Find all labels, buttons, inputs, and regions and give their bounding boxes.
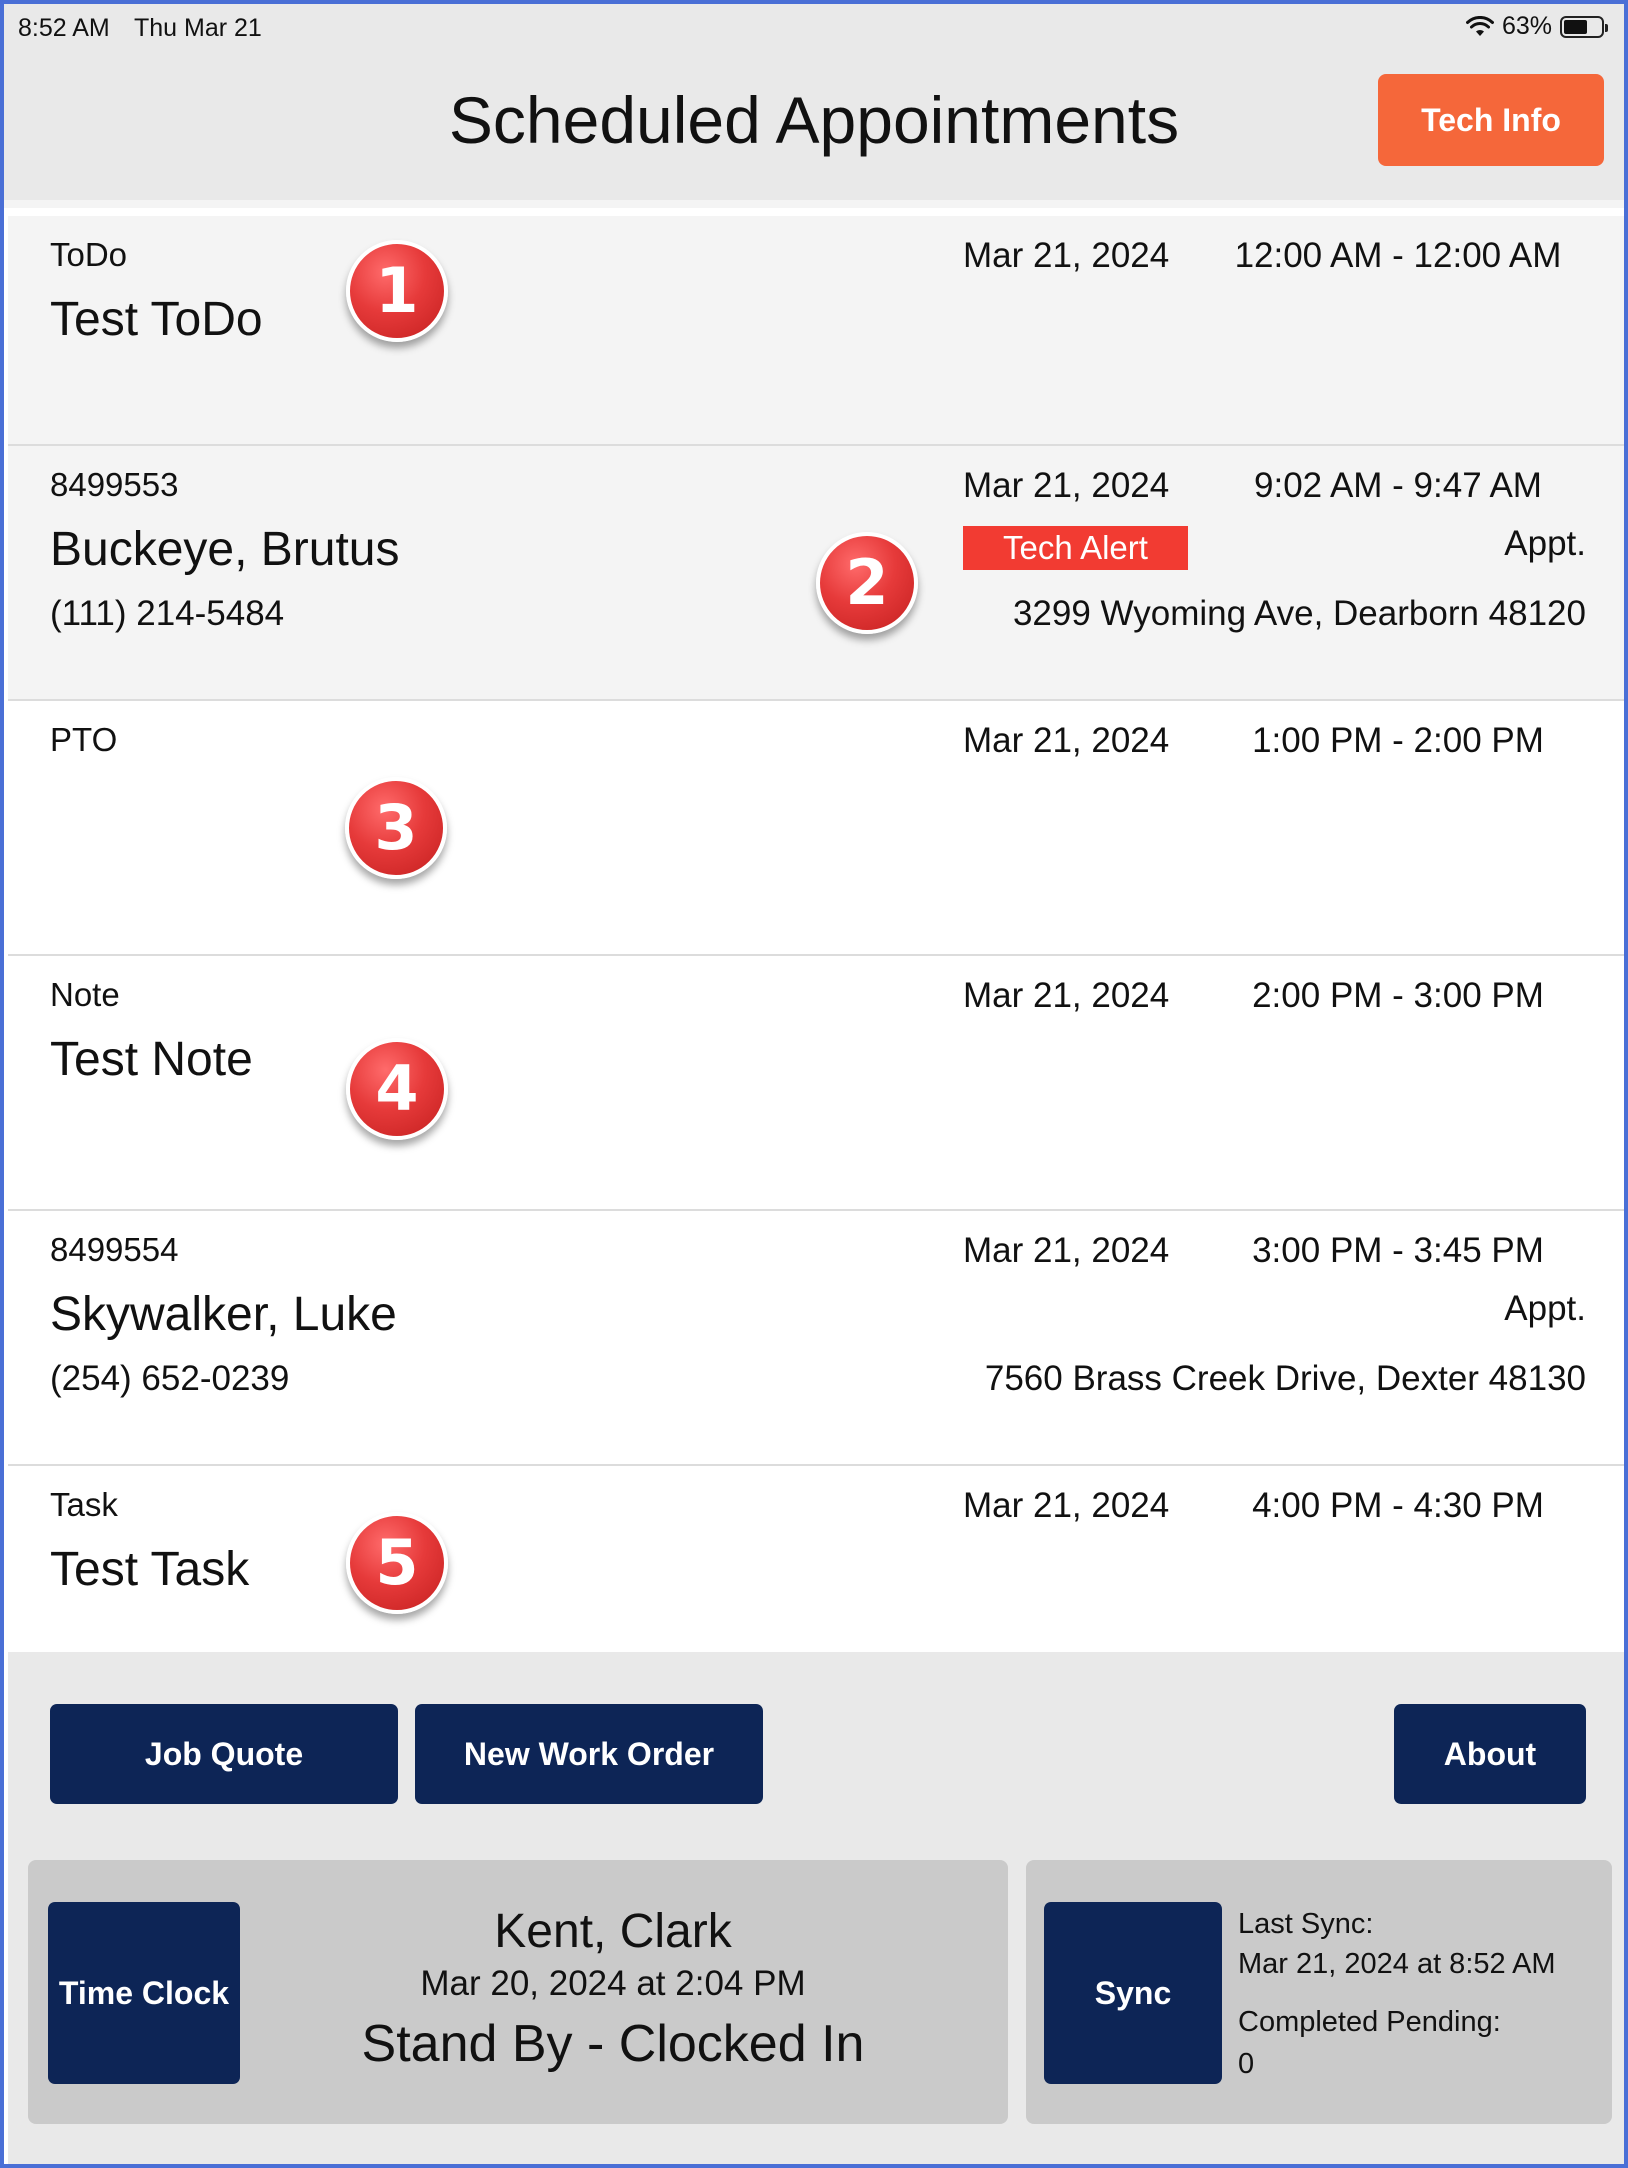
- clock-status: Stand By - Clocked In: [361, 2015, 865, 2073]
- time-clock-button[interactable]: Time Clock: [48, 1902, 240, 2084]
- tech-alert-badge[interactable]: Tech Alert: [963, 526, 1188, 570]
- sync-panel: Sync Last Sync: Mar 21, 2024 at 8:52 AM …: [1026, 1860, 1612, 2124]
- appointment-date: Mar 21, 2024: [963, 721, 1170, 760]
- appointment-type: ToDo: [50, 236, 128, 273]
- appointment-time: 1:00 PM - 2:00 PM: [1252, 721, 1544, 760]
- time-clock-panel: Time Clock Kent, Clark Mar 20, 2024 at 2…: [28, 1860, 1008, 2124]
- customer-name: Skywalker, Luke: [50, 1288, 397, 1341]
- appointment-time: 2:00 PM - 3:00 PM: [1252, 976, 1544, 1015]
- completed-pending-value: 0: [1238, 2048, 1255, 2080]
- footer: Job Quote New Work Order About Time Cloc…: [8, 1652, 1624, 2164]
- tech-info-button[interactable]: Tech Info: [1378, 74, 1604, 166]
- appointment-number: 8499553: [50, 466, 179, 503]
- appointment-date: Mar 21, 2024: [963, 466, 1170, 505]
- appointment-date: Mar 21, 2024: [963, 1486, 1170, 1525]
- callout-badge-4: 4: [346, 1038, 448, 1140]
- appointment-time: 4:00 PM - 4:30 PM: [1252, 1486, 1544, 1525]
- clock-datetime: Mar 20, 2024 at 2:04 PM: [420, 1964, 806, 2003]
- appointment-number: 8499554: [50, 1231, 179, 1268]
- appointment-time: 12:00 AM - 12:00 AM: [1234, 236, 1562, 275]
- callout-badge-3: 3: [345, 777, 447, 879]
- appointment-name: Test Task: [50, 1543, 250, 1596]
- appointment-row-note[interactable]: Note Test Note Mar 21, 2024 2:00 PM - 3:…: [8, 956, 1624, 1211]
- appointment-name: Test ToDo: [50, 293, 263, 346]
- wifi-icon: [1465, 15, 1494, 36]
- customer-address: 3299 Wyoming Ave, Dearborn 48120: [1012, 594, 1586, 633]
- battery-percent: 63%: [1501, 12, 1552, 40]
- appointment-row-8499554[interactable]: 8499554 Skywalker, Luke (254) 652-0239 M…: [8, 1211, 1624, 1466]
- battery-fill: [1564, 19, 1587, 34]
- status-date: Thu Mar 21: [134, 14, 262, 42]
- completed-pending-label: Completed Pending:: [1238, 2006, 1501, 2038]
- appointment-date: Mar 21, 2024: [963, 236, 1170, 275]
- appointment-list[interactable]: ToDo Test ToDo Mar 21, 2024 12:00 AM - 1…: [8, 216, 1624, 1652]
- appointment-time: 3:00 PM - 3:45 PM: [1252, 1231, 1544, 1270]
- appointment-kind: Appt.: [1504, 524, 1586, 563]
- customer-phone: (111) 214-5484: [50, 594, 285, 633]
- battery-icon: [1560, 15, 1608, 38]
- appointment-type: Task: [50, 1486, 118, 1523]
- status-bar: 8:52 AM Thu Mar 21 63%: [4, 4, 1624, 52]
- appointment-row-todo[interactable]: ToDo Test ToDo Mar 21, 2024 12:00 AM - 1…: [8, 216, 1624, 446]
- appointment-type: PTO: [50, 721, 118, 758]
- customer-phone: (254) 652-0239: [50, 1359, 290, 1398]
- appointment-type: Note: [50, 976, 120, 1013]
- last-sync-label: Last Sync:: [1238, 1908, 1374, 1940]
- appointment-kind: Appt.: [1504, 1289, 1586, 1328]
- appointment-date: Mar 21, 2024: [963, 976, 1170, 1015]
- appointment-date: Mar 21, 2024: [963, 1231, 1170, 1270]
- job-quote-button[interactable]: Job Quote: [50, 1704, 398, 1804]
- status-time: 8:52 AM: [18, 14, 110, 42]
- appointment-row-task[interactable]: Task Test Task Mar 21, 2024 4:00 PM - 4:…: [8, 1466, 1624, 1652]
- app-frame: 8:52 AM Thu Mar 21 63% Scheduled Appoint…: [0, 0, 1628, 2168]
- appointment-name: Test Note: [50, 1033, 253, 1086]
- customer-address: 7560 Brass Creek Drive, Dexter 48130: [984, 1359, 1586, 1398]
- tech-name: Kent, Clark: [494, 1905, 732, 1958]
- callout-badge-5: 5: [346, 1512, 448, 1614]
- status-right: 63%: [1465, 12, 1608, 41]
- new-work-order-button[interactable]: New Work Order: [415, 1704, 763, 1804]
- last-sync-value: Mar 21, 2024 at 8:52 AM: [1238, 1948, 1556, 1980]
- sync-button[interactable]: Sync: [1044, 1902, 1222, 2084]
- appointment-row-8499553[interactable]: 8499553 Buckeye, Brutus (111) 214-5484 M…: [8, 446, 1624, 701]
- header: Scheduled Appointments Tech Info: [4, 52, 1624, 208]
- callout-badge-2: 2: [816, 532, 918, 634]
- callout-badge-1: 1: [346, 240, 448, 342]
- appointment-row-pto[interactable]: PTO Mar 21, 2024 1:00 PM - 2:00 PM 3: [8, 701, 1624, 956]
- customer-name: Buckeye, Brutus: [50, 523, 400, 576]
- about-button[interactable]: About: [1394, 1704, 1586, 1804]
- appointment-time: 9:02 AM - 9:47 AM: [1254, 466, 1542, 505]
